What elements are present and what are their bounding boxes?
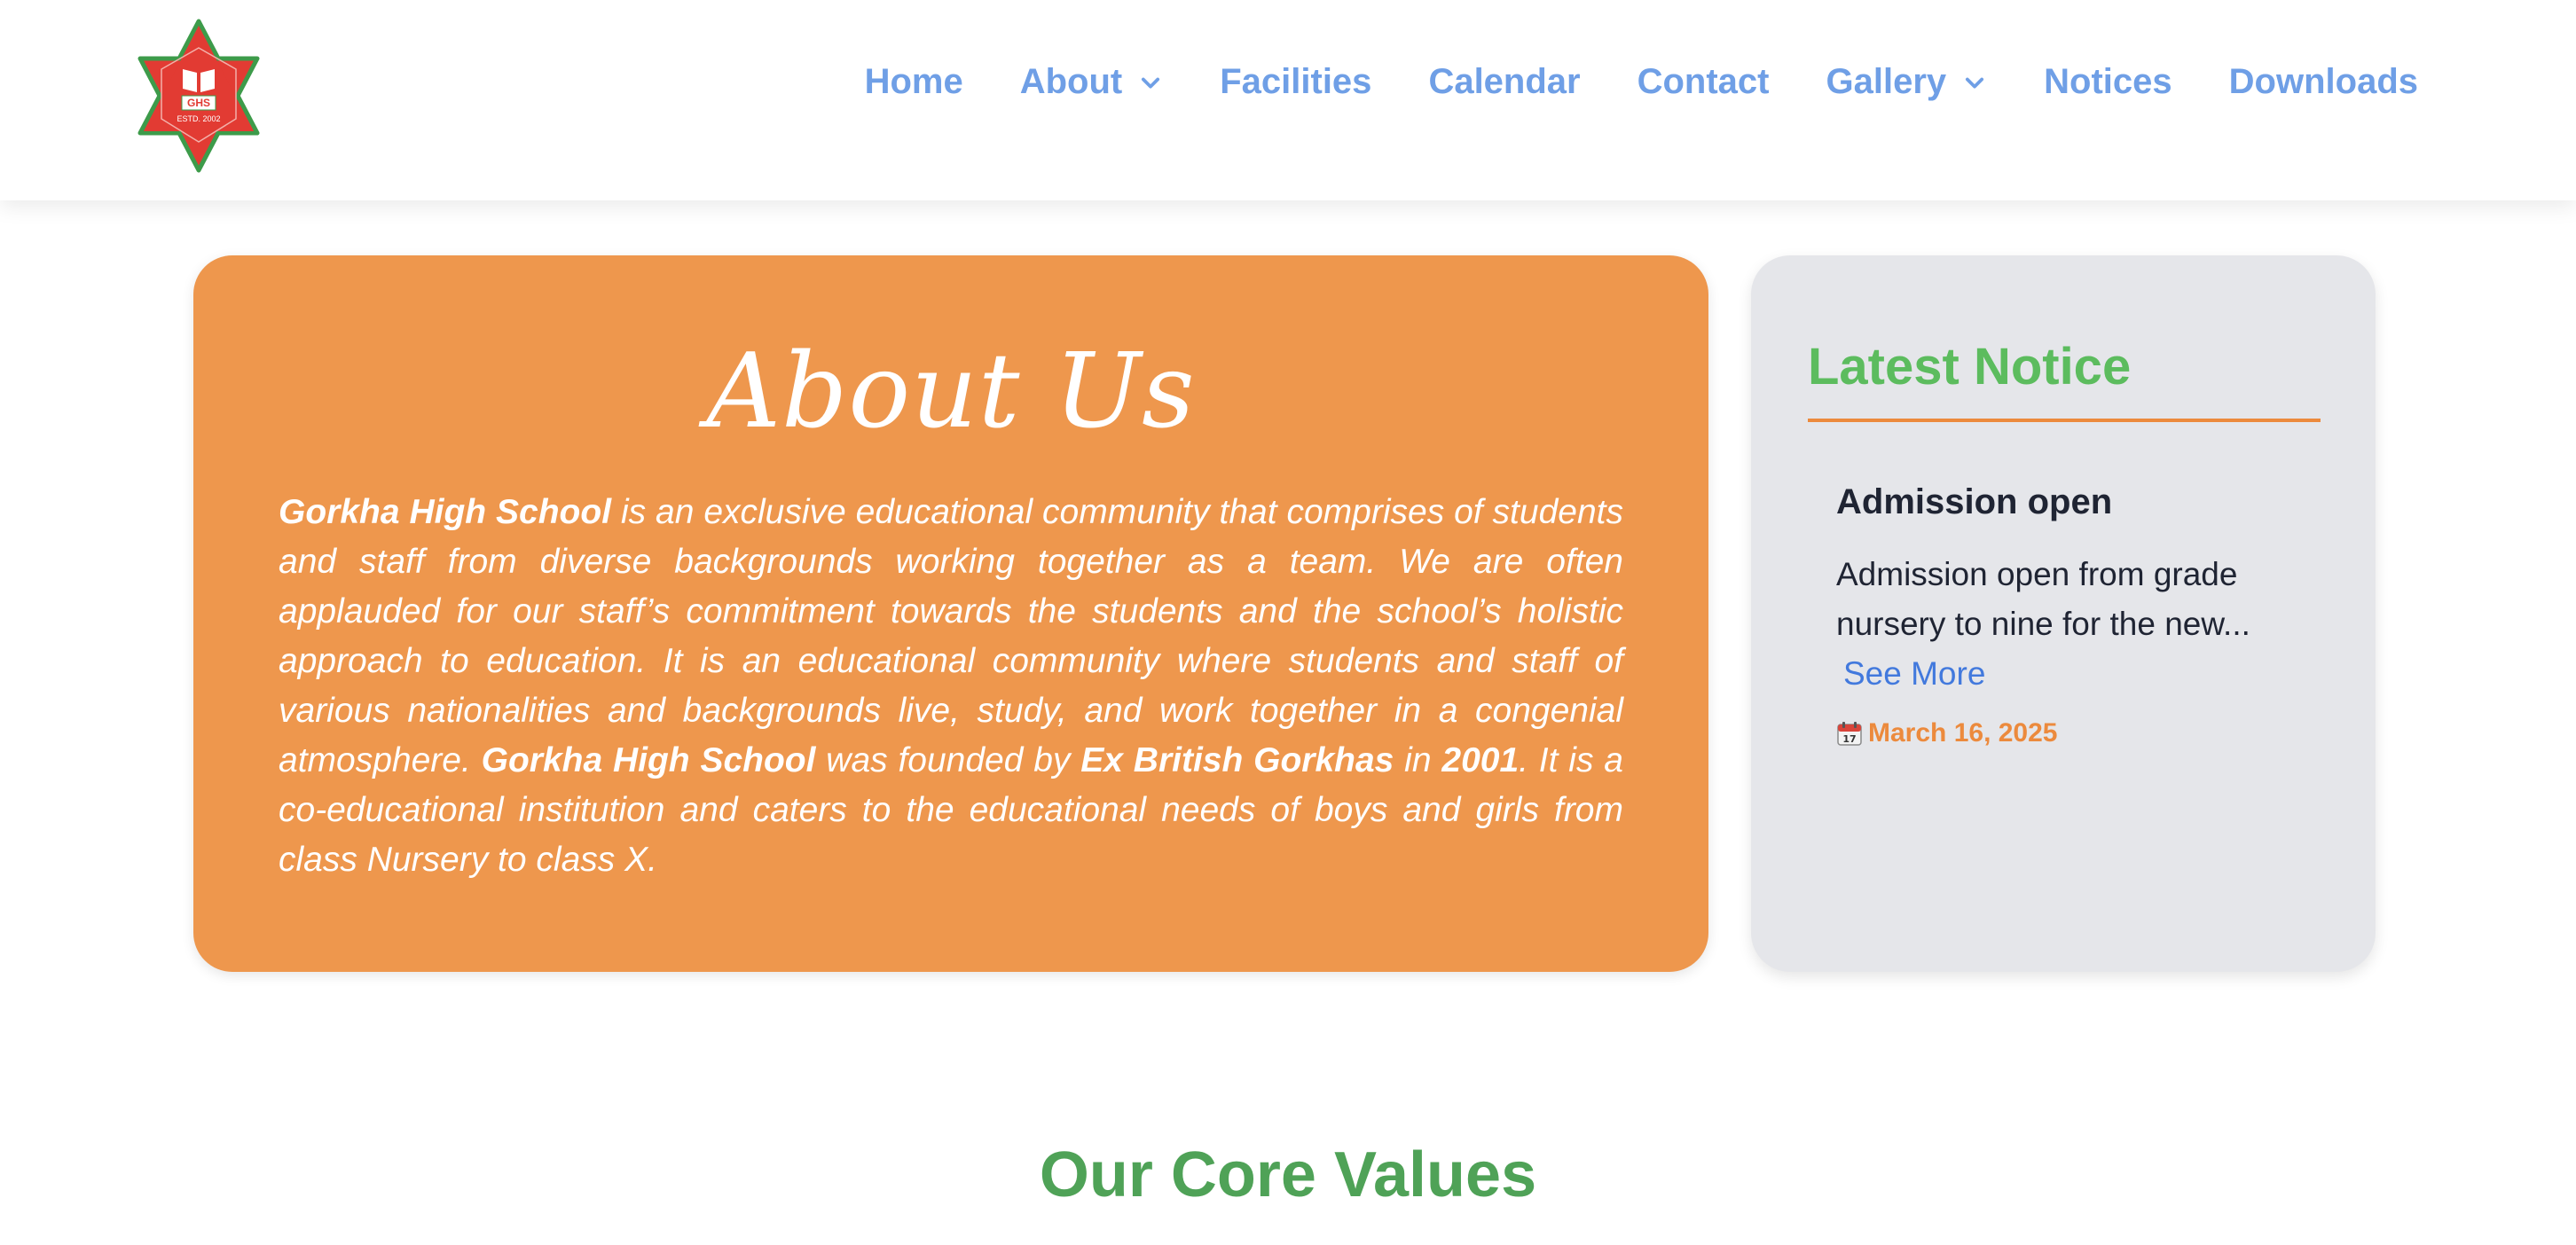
about-us-description: Gorkha High School is an exclusive educa…	[279, 488, 1623, 885]
chevron-down-icon[interactable]	[1138, 70, 1163, 95]
about-text-segment: in	[1394, 741, 1442, 779]
school-logo-emblem: GHS ESTD. 2002	[137, 19, 260, 173]
about-text-segment: is an exclusive educational community th…	[279, 493, 1623, 779]
nav-item-facilities[interactable]: Facilities	[1220, 62, 1371, 102]
school-name: Gorkha High School	[279, 493, 612, 531]
founding-year: 2001	[1441, 741, 1520, 779]
nav-item-home[interactable]: Home	[865, 62, 963, 102]
latest-notice-card: Latest Notice Admission open Admission o…	[1751, 255, 2376, 972]
nav-label: Home	[864, 62, 963, 101]
nav-label: Notices	[2044, 62, 2172, 101]
nav-label: Calendar	[1428, 62, 1581, 101]
notice-date: 17 March 16, 2025	[1836, 718, 2057, 748]
about-us-card: About Us Gorkha High School is an exclus…	[193, 255, 1708, 972]
notice-excerpt: Admission open from grade nursery to nin…	[1836, 550, 2297, 699]
nav-item-downloads[interactable]: Downloads	[2229, 62, 2418, 102]
nav-item-notices[interactable]: Notices	[2044, 62, 2172, 102]
site-header: GHS ESTD. 2002 Home About Facilities Cal…	[0, 0, 2576, 200]
about-us-title: About Us	[706, 332, 1196, 451]
nav-item-about[interactable]: About	[1020, 62, 1164, 102]
nav-label: Facilities	[1220, 62, 1372, 101]
chevron-down-icon[interactable]	[1962, 70, 1987, 95]
logo-established: ESTD. 2002	[177, 114, 220, 123]
nav-item-contact[interactable]: Contact	[1637, 62, 1770, 102]
notice-title[interactable]: Admission open	[1836, 482, 2112, 522]
notice-body-text: Admission open from grade nursery to nin…	[1836, 556, 2250, 642]
main-nav: Home About Facilities Calendar Contact G…	[865, 62, 2418, 102]
nav-label: Downloads	[2228, 62, 2418, 101]
nav-item-gallery[interactable]: Gallery	[1826, 62, 1988, 102]
school-name: Gorkha High School	[481, 741, 816, 779]
notice-date-text: March 16, 2025	[1868, 718, 2058, 748]
calendar-icon: 17	[1837, 722, 1862, 746]
nav-label: Contact	[1637, 62, 1770, 101]
heading-underline	[1808, 419, 2321, 422]
founders: Ex British Gorkhas	[1080, 741, 1394, 779]
nav-label: Gallery	[1826, 62, 1947, 101]
about-text-segment: was founded by	[815, 741, 1081, 779]
logo-initials: GHS	[187, 97, 210, 109]
nav-label: About	[1019, 62, 1123, 101]
see-more-link[interactable]: See More	[1843, 649, 1985, 699]
latest-notice-heading: Latest Notice	[1808, 338, 2132, 395]
svg-text:17: 17	[1842, 733, 1856, 745]
nav-item-calendar[interactable]: Calendar	[1428, 62, 1580, 102]
school-logo[interactable]: GHS ESTD. 2002	[131, 18, 266, 174]
core-values-heading: Our Core Values	[1039, 1139, 1537, 1210]
